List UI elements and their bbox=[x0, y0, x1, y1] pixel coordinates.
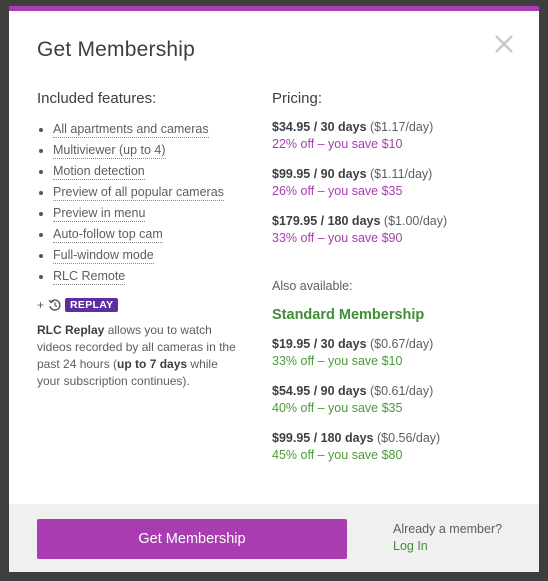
standard-price-option: $99.95 / 180 days ($0.56/day) 45% off – … bbox=[272, 431, 441, 462]
price-option: $34.95 / 30 days ($1.17/day) 22% off – y… bbox=[272, 120, 434, 151]
replay-badge: REPLAY bbox=[65, 298, 119, 312]
feature-item: Multiviewer (up to 4) bbox=[39, 140, 237, 161]
dialog-footer: Get Membership Already a member? Log In bbox=[9, 504, 539, 572]
feature-item: Motion detection bbox=[39, 161, 237, 182]
login-link[interactable]: Log In bbox=[393, 539, 428, 553]
feature-item: RLC Remote bbox=[39, 266, 237, 287]
features-column: Included features: All apartments and ca… bbox=[37, 90, 237, 390]
plus-sign: + bbox=[37, 298, 45, 312]
feature-item: Preview in menu bbox=[39, 203, 237, 224]
replay-description: RLC Replay allows you to watch videos re… bbox=[37, 323, 236, 388]
standard-membership-title: Standard Membership bbox=[272, 307, 425, 323]
replay-icon bbox=[48, 298, 62, 312]
already-member-label: Already a member? bbox=[393, 522, 503, 536]
replay-addon: + REPLAY bbox=[37, 298, 237, 312]
standard-price-option: $19.95 / 30 days ($0.67/day) 33% off – y… bbox=[272, 337, 434, 368]
membership-dialog: Get Membership Included features: All ap… bbox=[9, 6, 539, 572]
feature-item: All apartments and cameras bbox=[39, 119, 237, 140]
price-option: $99.95 / 90 days ($1.11/day) 26% off – y… bbox=[272, 167, 433, 198]
pricing-heading: Pricing: bbox=[272, 90, 323, 107]
pricing-column: Pricing: $34.95 / 30 days ($1.17/day) 22… bbox=[272, 90, 522, 477]
get-membership-button[interactable]: Get Membership bbox=[37, 519, 347, 559]
also-available-label: Also available: bbox=[272, 279, 353, 293]
feature-item: Preview of all popular cameras bbox=[39, 182, 237, 203]
dialog-accent-bar bbox=[9, 6, 539, 11]
feature-item: Auto-follow top cam bbox=[39, 224, 237, 245]
standard-price-option: $54.95 / 90 days ($0.61/day) 40% off – y… bbox=[272, 384, 434, 415]
close-icon[interactable] bbox=[491, 30, 517, 56]
features-heading: Included features: bbox=[37, 90, 157, 107]
feature-item: Full-window mode bbox=[39, 245, 237, 266]
login-prompt: Already a member? Log In bbox=[393, 521, 502, 555]
features-list: All apartments and cameras Multiviewer (… bbox=[37, 119, 237, 287]
dialog-title: Get Membership bbox=[37, 38, 196, 61]
price-option: $179.95 / 180 days ($1.00/day) 33% off –… bbox=[272, 214, 448, 245]
